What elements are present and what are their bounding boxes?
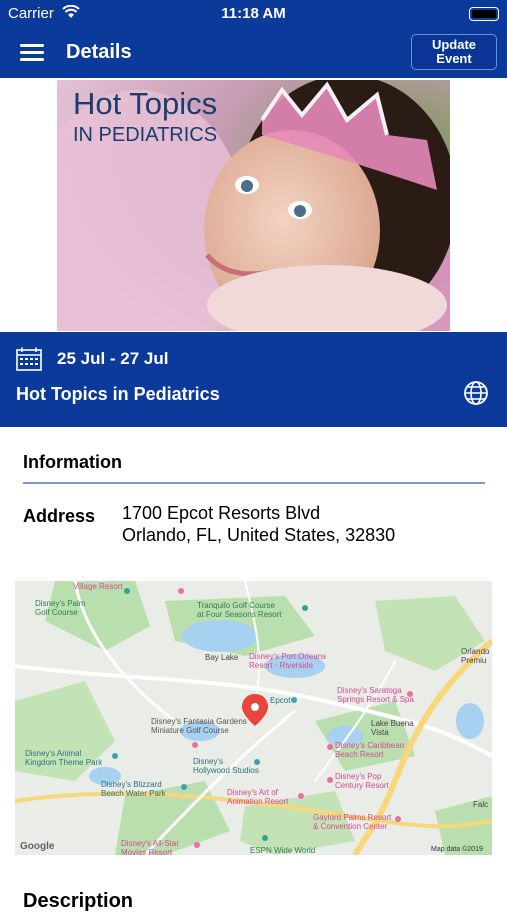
- map-label-art-animation: Disney's Art of Animation Resort: [227, 788, 289, 806]
- map-label-espn: ESPN Wide World: [250, 846, 316, 855]
- map-label-bay-lake: Bay Lake: [205, 653, 239, 662]
- battery-icon: [469, 7, 499, 21]
- map-label-hollywood: Disney's Hollywood Studios: [193, 757, 259, 775]
- update-event-button[interactable]: Update Event: [411, 34, 497, 70]
- clock: 11:18 AM: [221, 5, 286, 22]
- information-header: Information: [23, 452, 122, 472]
- hero-subtitle: IN PEDIATRICS: [73, 124, 218, 146]
- information-divider: [23, 482, 485, 484]
- event-title: Hot Topics in Pediatrics: [16, 384, 220, 404]
- description-header: Description: [23, 890, 134, 912]
- hero-title: Hot Topics: [73, 86, 218, 121]
- location-map[interactable]: Village Resort Disney's Palm Golf Course…: [15, 581, 492, 855]
- update-event-label-line1: Update: [431, 37, 477, 52]
- map-label-village-resort: Village Resort: [73, 582, 123, 591]
- nav-bar: Details Update Event: [0, 28, 507, 78]
- address-line-2: Orlando, FL, United States, 32830: [122, 525, 396, 545]
- address-label: Address: [23, 506, 96, 526]
- map-label-fantasia: Disney's Fantasia Gardens Miniature Golf…: [151, 717, 247, 735]
- event-banner: 25 Jul - 27 Jul Hot Topics in Pediatrics: [0, 332, 507, 427]
- map-label-port-orleans: Disney's Port Orleans Resort - Riverside: [249, 652, 327, 670]
- google-logo: Google: [20, 841, 55, 852]
- map-label-orlando: Orlando Premiu: [461, 647, 490, 665]
- map-label-all-star: Disney's All-Star Movies Resort: [121, 839, 179, 855]
- map-label-saratoga: Disney's Saratoga Springs Resort & Spa: [337, 686, 414, 704]
- map-label-gaylord: Gaylord Palms Resort & Convention Center: [313, 813, 392, 831]
- map-label-caribbean: Disney's Caribbean Beach Resort: [335, 741, 405, 759]
- update-event-label-line2: Event: [436, 51, 472, 66]
- event-hero-image: Hot Topics IN PEDIATRICS: [57, 80, 450, 331]
- map-label-tranquilo: Tranquilo Golf Course at Four Seasons Re…: [197, 601, 282, 619]
- map-label-blizzard: Disney's Blizzard Beach Water Park: [101, 780, 166, 798]
- page-title: Details: [66, 41, 132, 63]
- calendar-icon: [16, 347, 42, 376]
- map-label-epcot: Epcot: [270, 696, 291, 705]
- map-label-lake-buena-vista: Lake Buena Vista: [371, 719, 414, 737]
- globe-icon[interactable]: [463, 380, 489, 411]
- map-label-palm-golf: Disney's Palm Golf Course: [35, 599, 86, 617]
- event-dates: 25 Jul - 27 Jul: [57, 349, 169, 368]
- map-copyright: Map data ©2019: [431, 846, 483, 853]
- map-label-falc: Falc: [473, 800, 489, 809]
- map-label-animal-kingdom: Disney's Animal Kingdom Theme Park: [25, 749, 103, 767]
- hamburger-menu-icon[interactable]: [20, 43, 44, 63]
- status-bar: Carrier 11:18 AM: [0, 0, 507, 28]
- address-line-1: 1700 Epcot Resorts Blvd: [122, 503, 321, 523]
- map-label-pop-century: Disney's Pop Century Resort: [335, 772, 389, 790]
